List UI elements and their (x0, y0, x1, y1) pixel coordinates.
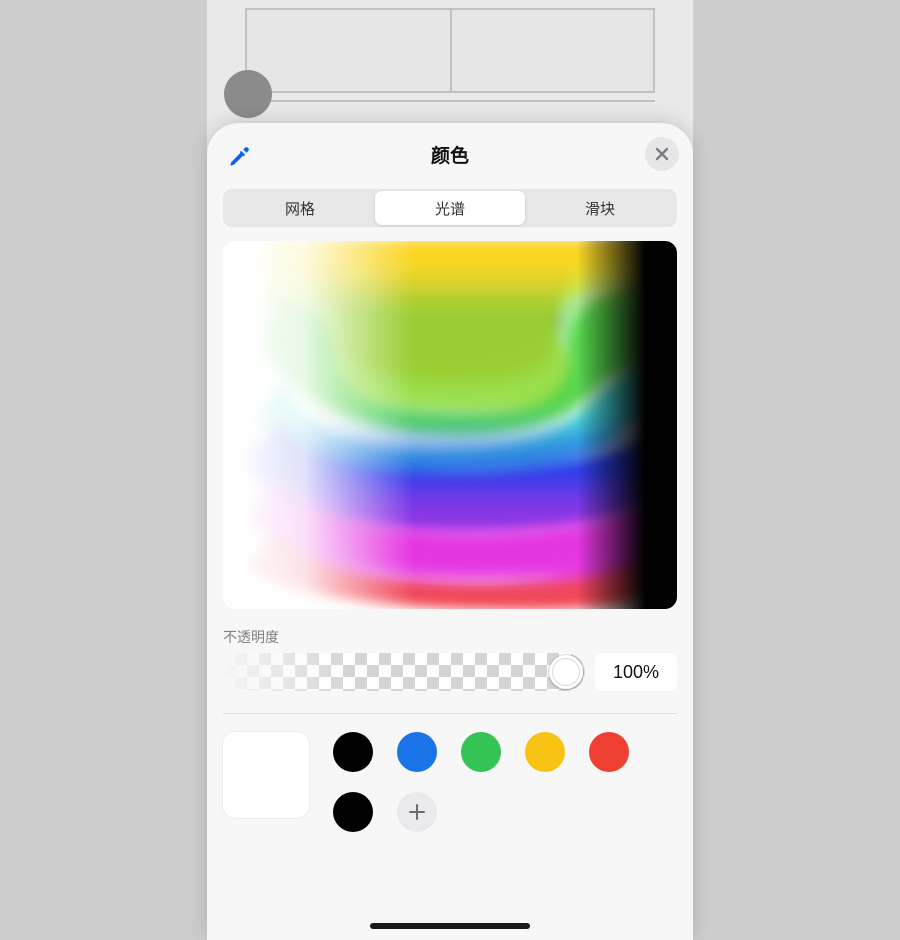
opacity-value-field[interactable]: 100% (595, 653, 677, 691)
close-icon (655, 147, 669, 161)
device-frame: 颜色 网格 光谱 滑块 (207, 0, 693, 940)
background-table-row (245, 8, 655, 93)
opacity-slider-thumb[interactable] (549, 655, 583, 689)
current-color-swatch (223, 732, 309, 818)
preset-swatch[interactable] (589, 732, 629, 772)
background-table-divider (245, 100, 655, 102)
preset-swatch[interactable] (461, 732, 501, 772)
preset-swatch[interactable] (333, 792, 373, 832)
spectrum-canvas[interactable] (223, 241, 677, 609)
sheet-title: 颜色 (431, 141, 469, 168)
home-indicator[interactable] (370, 923, 530, 929)
opacity-label: 不透明度 (223, 627, 677, 647)
preset-swatch[interactable] (333, 732, 373, 772)
tab-sliders[interactable]: 滑块 (525, 191, 675, 225)
preset-swatch[interactable] (397, 732, 437, 772)
close-button[interactable] (645, 137, 679, 171)
color-picker-sheet: 颜色 网格 光谱 滑块 (207, 123, 693, 940)
drag-handle-dot[interactable] (224, 70, 272, 118)
mode-segmented-control: 网格 光谱 滑块 (223, 189, 677, 227)
tab-spectrum[interactable]: 光谱 (375, 191, 525, 225)
swatch-section (223, 732, 677, 832)
add-swatch-button[interactable] (397, 792, 437, 832)
eyedropper-icon[interactable] (227, 143, 253, 169)
preset-swatch[interactable] (525, 732, 565, 772)
divider (223, 713, 677, 714)
plus-icon (409, 804, 425, 820)
sheet-header: 颜色 (207, 123, 693, 185)
opacity-row: 100% (223, 653, 677, 691)
swatch-grid (333, 732, 629, 832)
tab-grid[interactable]: 网格 (225, 191, 375, 225)
opacity-slider-track[interactable] (223, 653, 585, 691)
